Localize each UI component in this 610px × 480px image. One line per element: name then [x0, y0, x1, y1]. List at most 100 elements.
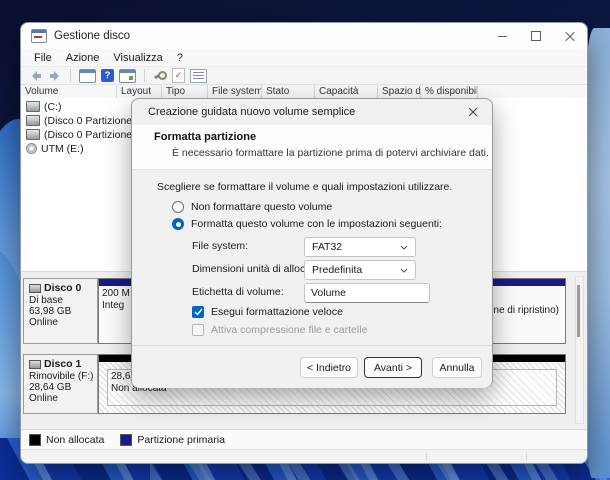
drive-icon	[26, 129, 40, 140]
dialog-heading: Formatta partizione	[154, 131, 257, 143]
volume-label: (C:)	[44, 100, 62, 113]
filesystem-value: FAT32	[312, 241, 343, 253]
column-header-capacita[interactable]: Capacità	[315, 85, 378, 98]
drive-icon	[26, 101, 40, 112]
legend-swatch-primary	[120, 433, 133, 446]
window-title: Gestione disco	[54, 30, 131, 42]
volume-row-utm[interactable]: UTM (E:)	[26, 142, 84, 155]
filesystem-label: File system:	[192, 240, 249, 252]
disk1-label-box[interactable]: Disco 1 Rimovibile (F:) 28,64 GB Online	[23, 354, 98, 414]
legend-bar: Non allocata Partizione primaria	[21, 429, 587, 449]
back-button[interactable]: < Indietro	[300, 357, 358, 378]
column-header-filesystem[interactable]: File system	[208, 85, 262, 98]
dialog-button-bar: < Indietro Avanti > Annulla	[132, 345, 492, 388]
volume-label-label: Etichetta di volume:	[192, 286, 284, 298]
checklist-icon[interactable]: ✓	[172, 68, 185, 83]
back-arrow-icon[interactable]	[29, 69, 43, 83]
volume-label: (Disco 0 Partizione...	[44, 114, 141, 127]
volume-row-c[interactable]: (C:)	[26, 100, 62, 113]
allocation-unit-select[interactable]: Predefinita	[304, 260, 416, 280]
volume-label: (Disco 0 Partizione...	[44, 128, 141, 141]
statusbar-separator	[426, 452, 427, 461]
menu-file[interactable]: File	[27, 52, 59, 64]
quick-format-checkbox-row[interactable]: Esegui formattazione veloce	[192, 306, 343, 318]
column-header-stato[interactable]: Stato	[262, 85, 315, 98]
legend-swatch-unallocated	[29, 433, 41, 446]
filesystem-select[interactable]: FAT32	[304, 237, 416, 257]
volume-table-header: Volume Layout Tipo File system Stato Cap…	[21, 85, 587, 99]
column-header-layout[interactable]: Layout	[117, 85, 162, 98]
volume-row-partition2[interactable]: (Disco 0 Partizione...	[26, 128, 141, 141]
dialog-close-button[interactable]	[454, 99, 492, 125]
menu-bar: File Azione Visualizza ?	[21, 49, 587, 67]
disk1-status: Online	[29, 393, 58, 404]
dialog-header: Formatta partizione È necessario formatt…	[132, 125, 492, 170]
console-window-icon[interactable]	[119, 68, 136, 83]
dialog-subheading: È necessario formattare la partizione pr…	[172, 147, 489, 159]
disk-management-window: Gestione disco File Azione Visualizza ? …	[20, 22, 588, 464]
disk1-name: Disco 1	[44, 358, 82, 370]
checkbox-disabled-icon	[192, 324, 204, 336]
legend-primary-partition: Partizione primaria	[120, 433, 225, 446]
close-icon	[468, 107, 478, 117]
volume-label-input[interactable]	[304, 283, 430, 303]
menu-visualizza[interactable]: Visualizza	[106, 52, 169, 64]
radio-format-label: Formatta questo volume con le impostazio…	[191, 218, 442, 230]
dialog-instruction: Scegliere se formattare il volume e qual…	[157, 181, 453, 193]
maximize-icon	[531, 31, 541, 41]
drive-icon	[26, 115, 40, 126]
toolbar: ? ✓	[21, 67, 587, 85]
allocation-unit-value: Predefinita	[312, 264, 363, 276]
close-button[interactable]	[553, 24, 587, 48]
scrollbar-thumb[interactable]	[577, 285, 580, 337]
close-icon	[565, 31, 575, 41]
compression-label: Attiva compressione file e cartelle	[211, 324, 368, 336]
partition-text: 200 M Integ	[102, 288, 130, 311]
disk0-status: Online	[29, 317, 58, 328]
legend-label: Non allocata	[46, 433, 105, 446]
new-simple-volume-wizard-dialog: Creazione guidata nuovo volume semplice …	[131, 98, 493, 388]
toolbar-separator	[144, 69, 145, 82]
checkbox-checked-icon[interactable]	[192, 306, 204, 318]
pane-scrollbar[interactable]	[575, 276, 584, 424]
disk0-name-row: Disco 0	[29, 282, 97, 294]
statusbar-separator	[526, 452, 527, 461]
disk-icon	[29, 283, 41, 293]
radio-on-icon[interactable]	[172, 218, 184, 230]
disk-management-app-icon	[31, 29, 47, 43]
forward-arrow-icon[interactable]	[48, 69, 62, 83]
minimize-icon	[497, 35, 507, 37]
toolbar-separator	[70, 69, 71, 82]
minimize-button[interactable]	[485, 24, 519, 48]
maximize-button[interactable]	[519, 24, 553, 48]
chevron-down-icon	[400, 245, 408, 250]
help-icon[interactable]: ?	[101, 69, 114, 82]
quick-format-label: Esegui formattazione veloce	[211, 306, 343, 318]
column-header-tipo[interactable]: Tipo	[162, 85, 208, 98]
console-tree-icon[interactable]	[79, 68, 96, 83]
radio-format[interactable]: Formatta questo volume con le impostazio…	[172, 218, 442, 230]
volume-row-partition1[interactable]: (Disco 0 Partizione...	[26, 114, 141, 127]
column-header-spazio[interactable]: Spazio d...	[378, 85, 421, 98]
radio-no-format-label: Non formattare questo volume	[191, 201, 333, 213]
menu-azione[interactable]: Azione	[59, 52, 107, 64]
properties-icon[interactable]	[190, 68, 207, 83]
radio-off-icon[interactable]	[172, 201, 184, 213]
legend-label: Partizione primaria	[137, 433, 225, 446]
dialog-titlebar[interactable]: Creazione guidata nuovo volume semplice	[132, 99, 492, 125]
column-header-volume[interactable]: Volume	[21, 85, 117, 98]
wrench-icon[interactable]	[153, 69, 167, 83]
radio-no-format[interactable]: Non formattare questo volume	[172, 201, 332, 213]
disk0-label-box[interactable]: Disco 0 Di base 63,98 GB Online	[23, 278, 98, 344]
disk-icon	[29, 359, 41, 369]
next-button[interactable]: Avanti >	[364, 357, 422, 378]
menu-help[interactable]: ?	[170, 52, 190, 64]
column-header-spacer	[478, 85, 587, 98]
column-header-disponibile[interactable]: % disponibile	[421, 85, 478, 98]
disk0-name: Disco 0	[44, 282, 82, 294]
disk1-name-row: Disco 1	[29, 358, 97, 370]
window-titlebar[interactable]: Gestione disco	[21, 23, 587, 50]
cancel-button[interactable]: Annulla	[432, 357, 482, 378]
status-bar	[21, 449, 587, 463]
volume-label: UTM (E:)	[41, 142, 84, 155]
